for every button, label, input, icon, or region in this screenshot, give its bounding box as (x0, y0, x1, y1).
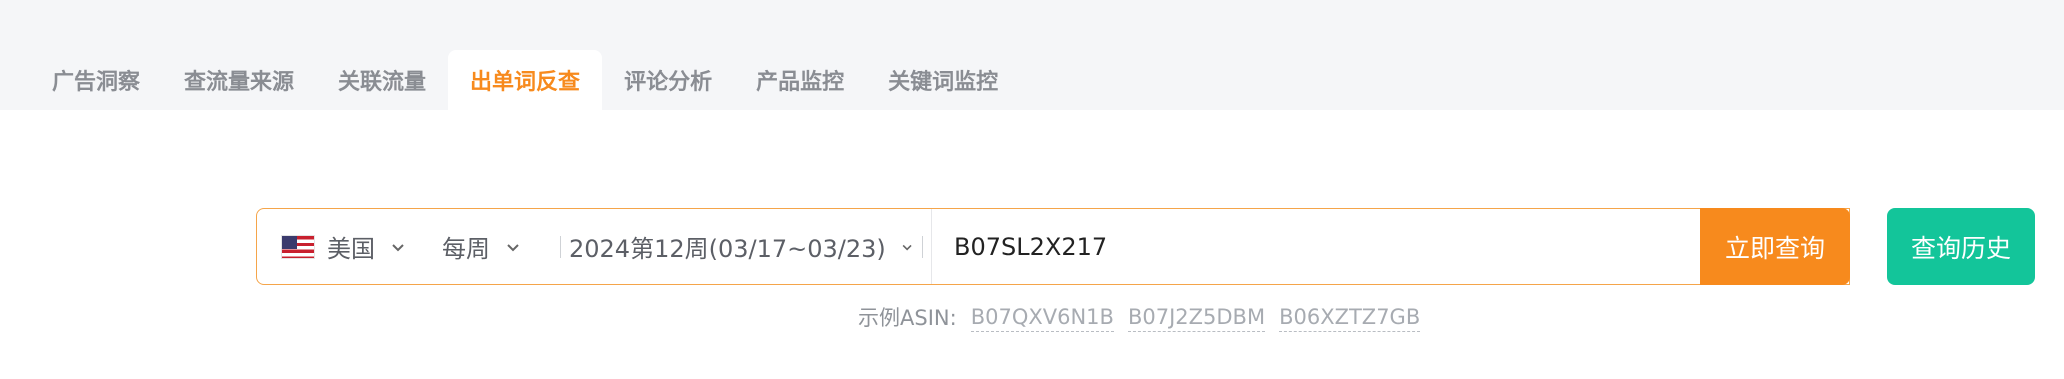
period-label: 每周 (442, 235, 490, 263)
tab-ad-insights[interactable]: 广告洞察 (30, 50, 162, 110)
country-select[interactable]: 美国 (257, 209, 432, 284)
us-flag-icon (281, 234, 315, 259)
period-select[interactable]: 每周 (432, 209, 552, 284)
query-history-button[interactable]: 查询历史 (1887, 208, 2035, 285)
example-label: 示例ASIN: (858, 306, 957, 330)
week-label: 2024第12周(03/17~03/23) (569, 235, 886, 263)
query-button[interactable]: 立即查询 (1700, 208, 1850, 285)
divider (560, 235, 561, 258)
country-label: 美国 (327, 235, 375, 263)
week-select[interactable]: 2024第12周(03/17~03/23) (569, 209, 914, 284)
tab-related-traffic[interactable]: 关联流量 (316, 50, 448, 110)
example-asin-link[interactable]: B06XZTZ7GB (1279, 303, 1421, 332)
tab-keyword-monitor[interactable]: 关键词监控 (866, 50, 1020, 110)
chevron-down-icon (392, 243, 404, 251)
example-asin-link[interactable]: B07QXV6N1B (970, 303, 1114, 332)
tab-product-monitor[interactable]: 产品监控 (734, 50, 866, 110)
tab-order-keyword-reverse[interactable]: 出单词反查 (448, 50, 603, 110)
divider (922, 235, 923, 258)
chevron-down-icon (902, 244, 912, 250)
example-asin-link[interactable]: B07J2Z5DBM (1127, 303, 1266, 332)
tab-list: 广告洞察 查流量来源 关联流量 出单词反查 评论分析 产品监控 关键词监控 (30, 50, 1020, 110)
tab-bar: 广告洞察 查流量来源 关联流量 出单词反查 评论分析 产品监控 关键词监控 (0, 0, 2064, 110)
example-asins: 示例ASIN: B07QXV6N1B B07J2Z5DBM B06XZTZ7GB (858, 302, 1434, 332)
asin-input[interactable] (954, 232, 1714, 261)
tab-traffic-source[interactable]: 查流量来源 (162, 50, 316, 110)
search-bar: 美国 每周 2024第12周(03/17~03/23) (256, 208, 1850, 285)
chevron-down-icon (507, 243, 519, 251)
tab-review-analysis[interactable]: 评论分析 (602, 50, 734, 110)
